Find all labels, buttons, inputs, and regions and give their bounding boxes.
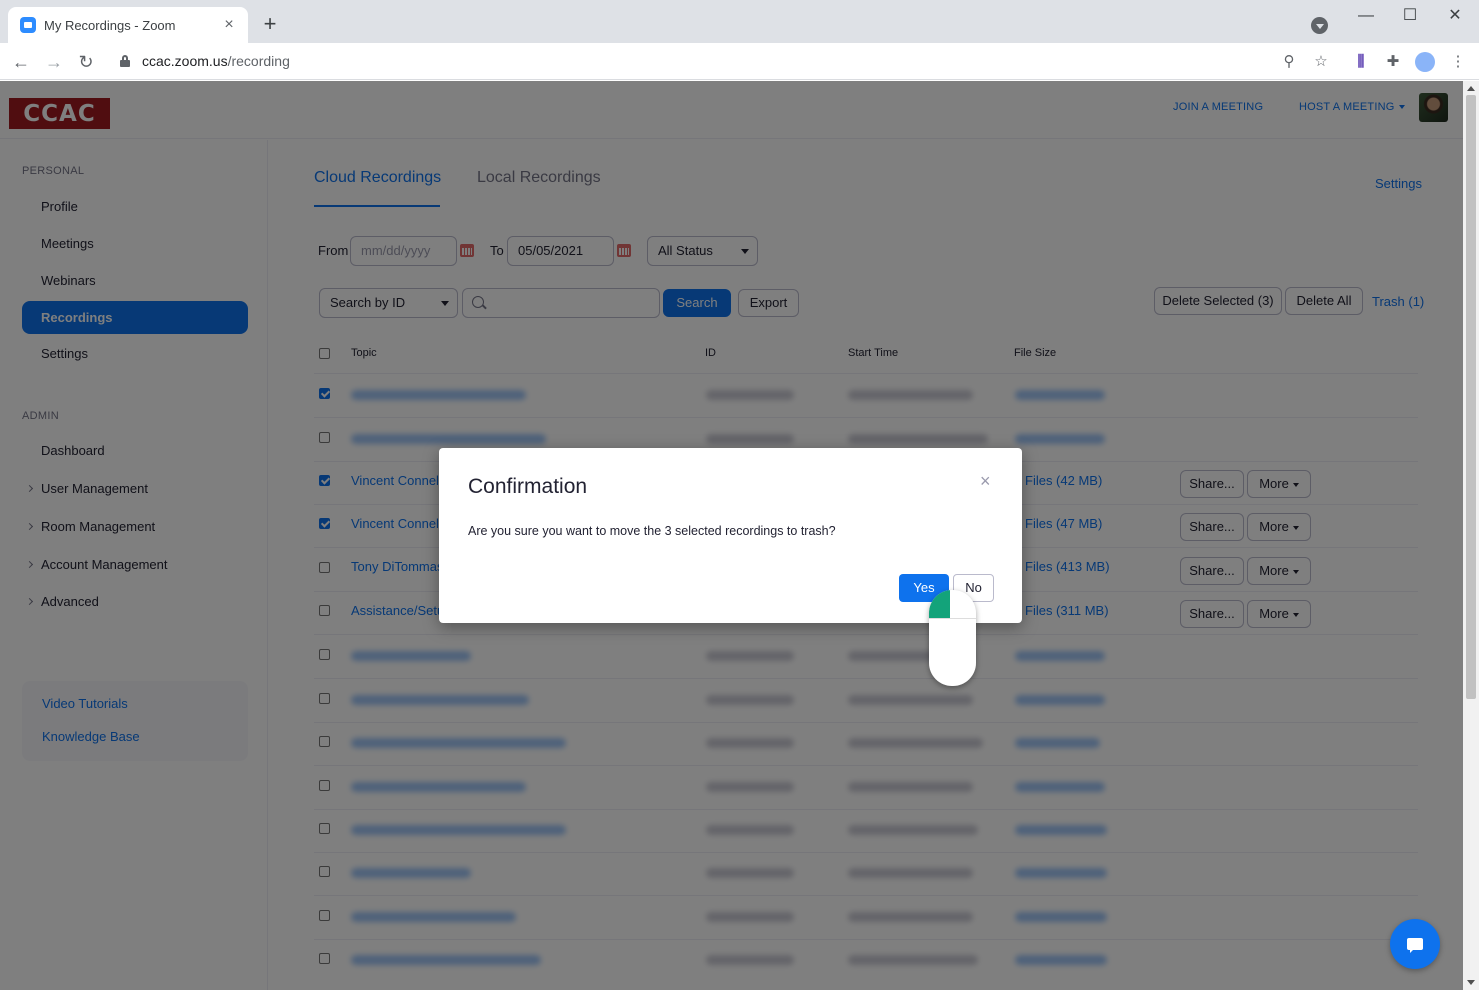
browser-tabstrip: My Recordings - Zoom × + — ☐ ✕ bbox=[0, 0, 1479, 43]
browser-toolbar: ← → ↻ ccac.zoom.us/recording ⚲ ☆ ⫼ ✚ ⋮ bbox=[0, 43, 1479, 80]
profile-icon[interactable] bbox=[1415, 52, 1435, 72]
scroll-down-arrow-icon[interactable] bbox=[1467, 980, 1475, 985]
reload-icon[interactable]: ↻ bbox=[74, 50, 98, 74]
zoom-page: CCAC JOIN A MEETING HOST A MEETING PERSO… bbox=[0, 81, 1463, 990]
dialog-title: Confirmation bbox=[468, 475, 588, 498]
puzzle-icon[interactable]: ✚ bbox=[1383, 52, 1403, 72]
lock-icon bbox=[120, 55, 130, 67]
extension-icon[interactable]: ⫼ bbox=[1351, 52, 1371, 72]
chat-button[interactable] bbox=[1390, 919, 1440, 969]
chat-bubble-icon bbox=[1407, 938, 1423, 953]
forward-icon[interactable]: → bbox=[42, 50, 66, 74]
browser-menu-icon[interactable]: ⋮ bbox=[1448, 52, 1468, 72]
address-bar[interactable]: ccac.zoom.us/recording bbox=[142, 53, 290, 69]
zoom-favicon-icon bbox=[20, 17, 36, 33]
page-scrollbar[interactable] bbox=[1463, 81, 1479, 990]
zoom-icon[interactable]: ⚲ bbox=[1279, 52, 1299, 72]
tab-close-icon[interactable]: × bbox=[220, 16, 238, 34]
maximize-icon[interactable]: ☐ bbox=[1395, 5, 1425, 27]
back-icon[interactable]: ← bbox=[9, 50, 33, 74]
scrollbar-thumb[interactable] bbox=[1466, 95, 1476, 699]
mouse-click-indicator-icon bbox=[929, 590, 976, 686]
browser-tab[interactable]: My Recordings - Zoom × bbox=[8, 7, 248, 43]
url-domain: ccac.zoom.us bbox=[142, 53, 228, 69]
bookmark-star-icon[interactable]: ☆ bbox=[1311, 52, 1331, 72]
url-path: /recording bbox=[227, 53, 290, 69]
dialog-message: Are you sure you want to move the 3 sele… bbox=[468, 524, 836, 538]
minimize-icon[interactable]: — bbox=[1351, 5, 1381, 27]
new-tab-icon[interactable]: + bbox=[258, 12, 282, 36]
tab-title: My Recordings - Zoom bbox=[44, 17, 176, 33]
mouse-divider bbox=[929, 618, 976, 619]
window-close-icon[interactable]: ✕ bbox=[1440, 5, 1470, 27]
scroll-up-arrow-icon[interactable] bbox=[1467, 86, 1475, 91]
tab-search-icon[interactable] bbox=[1311, 17, 1328, 34]
close-icon[interactable]: × bbox=[980, 471, 991, 492]
